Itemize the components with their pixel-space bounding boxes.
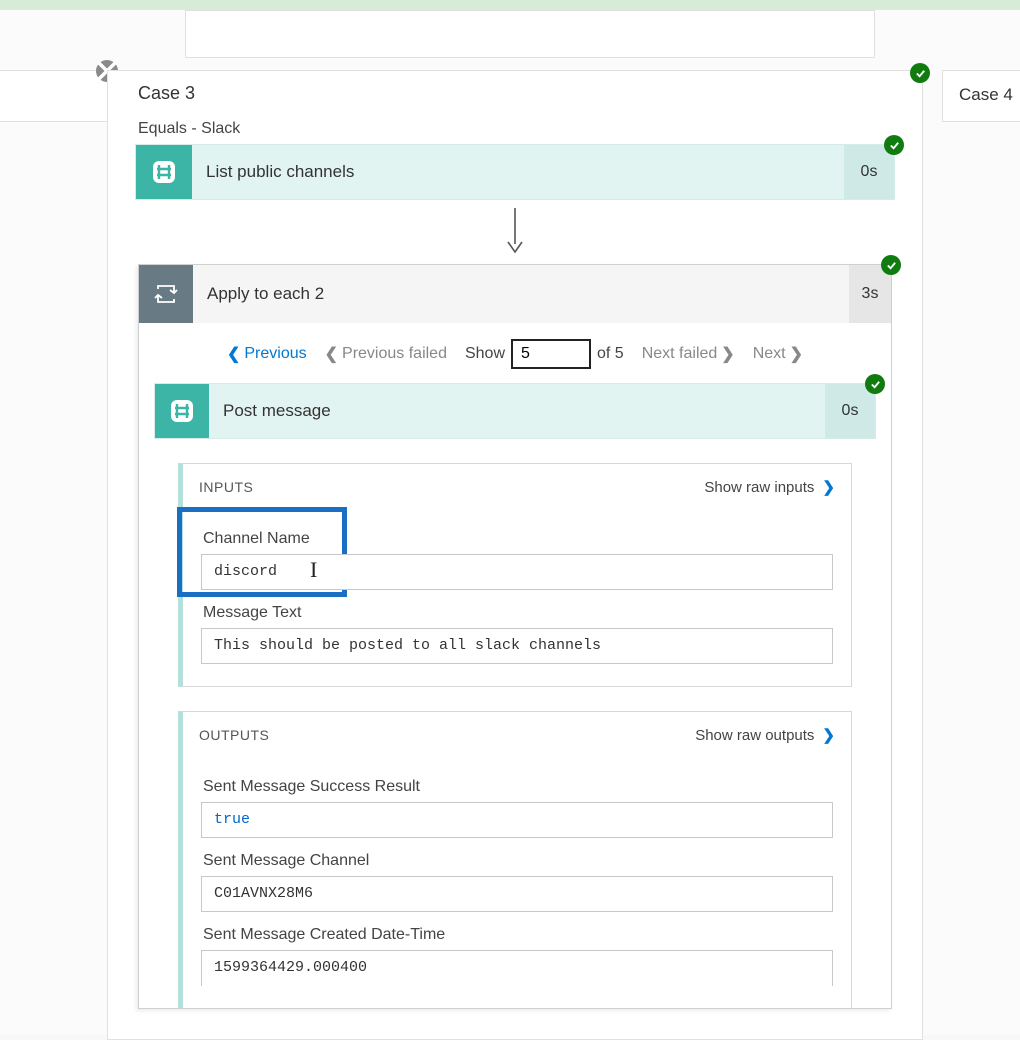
show-label: Show: [465, 345, 505, 363]
chevron-left-icon: ❮: [227, 344, 240, 364]
chevron-right-icon: ❯: [790, 344, 803, 364]
apply-to-each-header[interactable]: Apply to each 2 3s: [139, 265, 891, 323]
case4-title: Case 4: [959, 85, 1013, 104]
case2-card-partial[interactable]: [0, 70, 110, 122]
sent-channel-value[interactable]: C01AVNX28M6: [201, 876, 833, 912]
case3-title: Case 3: [108, 71, 922, 120]
inputs-section: INPUTS Show raw inputs ❯ Channel Name di…: [178, 463, 852, 687]
previous-button[interactable]: ❮ Previous: [227, 344, 307, 364]
previous-failed-label: Previous failed: [342, 345, 447, 363]
check-icon: [910, 63, 930, 83]
next-button[interactable]: Next ❯: [753, 344, 803, 364]
apply-to-each-title: Apply to each 2: [193, 265, 849, 323]
channel-name-value[interactable]: discord I: [201, 554, 833, 590]
chevron-right-icon: ❯: [822, 726, 835, 744]
case4-card[interactable]: Case 4: [942, 70, 1020, 122]
created-datetime-value[interactable]: 1599364429.000400: [201, 950, 833, 986]
list-channels-duration: 0s: [844, 145, 894, 199]
of-label: of 5: [597, 345, 624, 363]
check-icon: [884, 135, 904, 155]
outputs-label: OUTPUTS: [199, 727, 269, 743]
flow-canvas: Case 4 Case 3 Equals - Slack List public…: [0, 10, 1020, 1035]
outputs-section: OUTPUTS Show raw outputs ❯ Sent Message …: [178, 711, 852, 1008]
slack-icon: [136, 145, 192, 199]
next-failed-label: Next failed: [642, 345, 718, 363]
top-banner: [0, 0, 1020, 10]
show-iteration-group: Show of 5: [465, 339, 624, 369]
sent-channel-label: Sent Message Channel: [203, 852, 833, 870]
apply-to-each-container: Apply to each 2 3s ❮ Previous ❮ Previous…: [138, 264, 892, 1009]
previous-failed-button[interactable]: ❮ Previous failed: [325, 344, 447, 364]
chevron-right-icon: ❯: [822, 478, 835, 496]
show-iteration-input[interactable]: [511, 339, 591, 369]
upper-card-placeholder: [185, 10, 875, 58]
success-result-label: Sent Message Success Result: [203, 778, 833, 796]
show-raw-inputs-button[interactable]: Show raw inputs ❯: [704, 478, 835, 496]
case3-card: Case 3 Equals - Slack List public channe…: [107, 70, 923, 1040]
text-cursor-icon: I: [310, 557, 317, 583]
list-channels-title: List public channels: [192, 145, 844, 199]
next-label: Next: [753, 345, 786, 363]
check-icon: [881, 255, 901, 275]
chevron-left-icon: ❮: [325, 344, 338, 364]
iteration-pager: ❮ Previous ❮ Previous failed Show of 5 N…: [139, 323, 891, 383]
loop-icon: [139, 265, 193, 323]
message-text-label: Message Text: [203, 604, 833, 622]
slack-icon: [155, 384, 209, 438]
list-channels-action[interactable]: List public channels 0s: [135, 144, 895, 200]
post-message-action[interactable]: Post message 0s: [154, 383, 876, 439]
show-raw-outputs-button[interactable]: Show raw outputs ❯: [695, 726, 835, 744]
success-result-value[interactable]: true: [201, 802, 833, 838]
show-raw-outputs-label: Show raw outputs: [695, 727, 814, 744]
created-datetime-label: Sent Message Created Date-Time: [203, 926, 833, 944]
show-raw-inputs-label: Show raw inputs: [704, 479, 814, 496]
chevron-right-icon: ❯: [721, 344, 734, 364]
case3-subtitle: Equals - Slack: [108, 120, 922, 144]
post-message-title: Post message: [209, 384, 825, 438]
previous-label: Previous: [244, 345, 306, 363]
channel-name-label: Channel Name: [203, 530, 833, 548]
post-message-duration: 0s: [825, 384, 875, 438]
check-icon: [865, 374, 885, 394]
next-failed-button[interactable]: Next failed ❯: [642, 344, 735, 364]
message-text-value[interactable]: This should be posted to all slack chann…: [201, 628, 833, 664]
inputs-label: INPUTS: [199, 479, 253, 495]
flow-arrow-icon: [108, 208, 922, 258]
apply-to-each-duration: 3s: [849, 265, 891, 323]
